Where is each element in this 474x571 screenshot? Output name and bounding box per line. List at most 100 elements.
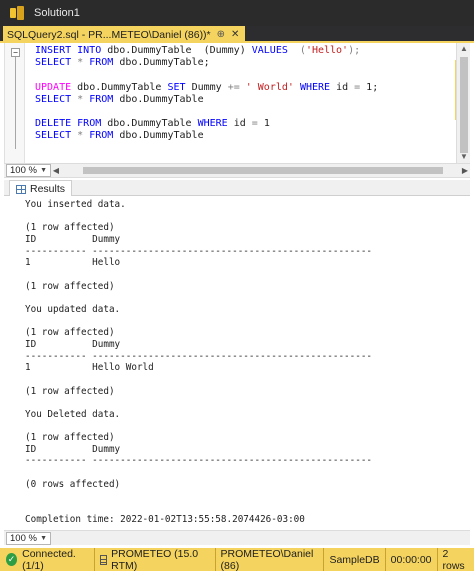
result-line (25, 502, 372, 514)
connection-status: Connected. (1/1) (22, 547, 76, 571)
query-editor[interactable]: − INSERT INTO dbo.DummyTable (Dummy) VAL… (4, 43, 456, 163)
code-token: = (354, 81, 367, 93)
zoom-value: 100 % (10, 165, 37, 176)
connected-check-icon: ✓ (6, 553, 18, 566)
code-token: 1 (263, 118, 270, 130)
result-line: You Deleted data. (25, 408, 121, 420)
code-token: WHERE (299, 81, 337, 93)
results-zoom-select[interactable]: 100 % ▼ (6, 531, 51, 545)
chevron-down-icon: ▼ (40, 167, 47, 174)
result-line (25, 397, 372, 409)
result-line (25, 316, 372, 328)
ssms-app-icon (10, 6, 24, 20)
code-token: SET (167, 81, 192, 93)
code-token: dbo.DummyTable (119, 93, 204, 105)
code-line[interactable]: SELECT * FROM dbo.DummyTable (35, 94, 378, 106)
status-bar: ✓ Connected. (1/1) PROMETEO (15.0 RTM) P… (0, 548, 474, 571)
query-tab-label: SQLQuery2.sql - PR...METEO\Daniel (86))* (7, 28, 211, 41)
code-line[interactable] (35, 106, 378, 118)
result-line: 1 Hello World (25, 362, 154, 374)
document-tab-strip: SQLQuery2.sql - PR...METEO\Daniel (86))*… (0, 26, 474, 43)
code-token: ( (287, 45, 306, 56)
close-icon[interactable]: ✕ (231, 29, 239, 40)
result-line (25, 490, 372, 502)
server-label: PROMETEO (15.0 RTM) (111, 547, 199, 571)
row-count: 2 rows (436, 548, 474, 571)
code-token: DELETE (35, 118, 78, 130)
scroll-up-icon[interactable]: ▲ (457, 43, 471, 55)
zoom-value: 100 % (10, 532, 37, 544)
code-token: UPDATE (35, 81, 78, 93)
editor-gutter: − (5, 43, 25, 163)
code-token: FROM (89, 130, 120, 142)
results-tab-bar: Results (4, 180, 470, 197)
sql-code[interactable]: INSERT INTO dbo.DummyTable (Dummy) VALUE… (35, 45, 378, 143)
result-line (25, 467, 372, 479)
editor-horizontal-scrollbar[interactable] (63, 166, 458, 175)
code-token: WHERE (197, 118, 234, 130)
editor-zoom-bar: 100 % ▼ ◀ ▶ (4, 163, 470, 178)
code-line[interactable]: INSERT INTO dbo.DummyTable (Dummy) VALUE… (35, 45, 378, 57)
code-token: dbo.DummyTable; (119, 57, 210, 69)
scroll-left-icon[interactable]: ◀ (51, 166, 61, 175)
title-bar: Solution1 (0, 0, 474, 26)
scrollbar-thumb[interactable] (83, 167, 443, 174)
results-grid-icon (16, 184, 26, 194)
login-user: PROMETEO\Daniel (86) (214, 548, 324, 571)
code-token: dbo.DummyTable (Dummy) (107, 45, 252, 56)
code-token: id (336, 81, 355, 93)
result-line: (0 rows affected) (25, 478, 121, 490)
code-token: FROM (89, 57, 120, 69)
code-token: dbo.DummyTable (119, 130, 204, 142)
code-token: SELECT (35, 57, 78, 69)
collapse-icon[interactable]: − (11, 48, 20, 57)
code-token: ); (348, 45, 361, 56)
code-line[interactable] (35, 69, 378, 81)
pin-icon[interactable]: ⊕ (217, 29, 225, 40)
scroll-right-icon[interactable]: ▶ (460, 166, 470, 175)
result-line: ----------- ----------------------------… (25, 350, 373, 362)
result-line (25, 292, 372, 304)
window-title: Solution1 (34, 7, 80, 19)
results-text: You inserted data. (1 row affected) ID Du… (25, 199, 372, 525)
result-line: ID Dummy (25, 233, 121, 245)
editor-zoom-select[interactable]: 100 % ▼ (6, 164, 51, 177)
code-token: Dummy (191, 81, 228, 93)
code-token: = (251, 118, 264, 130)
code-token: SELECT (35, 130, 78, 142)
code-token: SELECT (35, 93, 78, 105)
results-pane[interactable]: You inserted data. (1 row affected) ID Du… (4, 196, 470, 530)
result-line: ID Dummy (25, 338, 121, 350)
result-line: You updated data. (25, 303, 121, 315)
results-zoom-bar: 100 % ▼ (4, 530, 470, 545)
code-token: dbo.DummyTable (107, 118, 198, 130)
result-line: 1 Hello (25, 257, 121, 269)
editor-vertical-scrollbar[interactable]: ▲ ▼ (456, 43, 470, 163)
query-document-tab[interactable]: SQLQuery2.sql - PR...METEO\Daniel (86))*… (3, 26, 246, 43)
result-line: (1 row affected) (25, 327, 115, 339)
code-token: * (77, 130, 90, 142)
code-token: dbo.DummyTable (77, 81, 168, 93)
code-token: VALUES (251, 45, 288, 56)
result-line: Completion time: 2022-01-02T13:55:58.207… (25, 513, 305, 525)
scrollbar-thumb[interactable] (460, 57, 468, 153)
code-line[interactable]: DELETE FROM dbo.DummyTable WHERE id = 1 (35, 118, 378, 130)
code-line[interactable]: SELECT * FROM dbo.DummyTable; (35, 57, 378, 69)
result-line (25, 211, 372, 223)
code-line[interactable]: SELECT * FROM dbo.DummyTable (35, 130, 378, 142)
code-token: += (227, 81, 246, 93)
code-token: * (77, 57, 90, 69)
chevron-down-icon: ▼ (40, 534, 47, 542)
code-token: FROM (89, 93, 120, 105)
code-token: ' World' (245, 81, 300, 93)
result-line (25, 269, 372, 281)
result-line: (1 row affected) (25, 432, 115, 444)
result-line: (1 row affected) (25, 280, 115, 292)
result-line: (1 row affected) (25, 222, 115, 234)
tab-results[interactable]: Results (9, 180, 73, 197)
code-token: FROM (77, 118, 108, 130)
result-line (25, 374, 372, 386)
scroll-down-icon[interactable]: ▼ (457, 151, 471, 163)
code-line[interactable]: UPDATE dbo.DummyTable SET Dummy += ' Wor… (35, 82, 378, 94)
code-token: 1; (366, 81, 379, 93)
